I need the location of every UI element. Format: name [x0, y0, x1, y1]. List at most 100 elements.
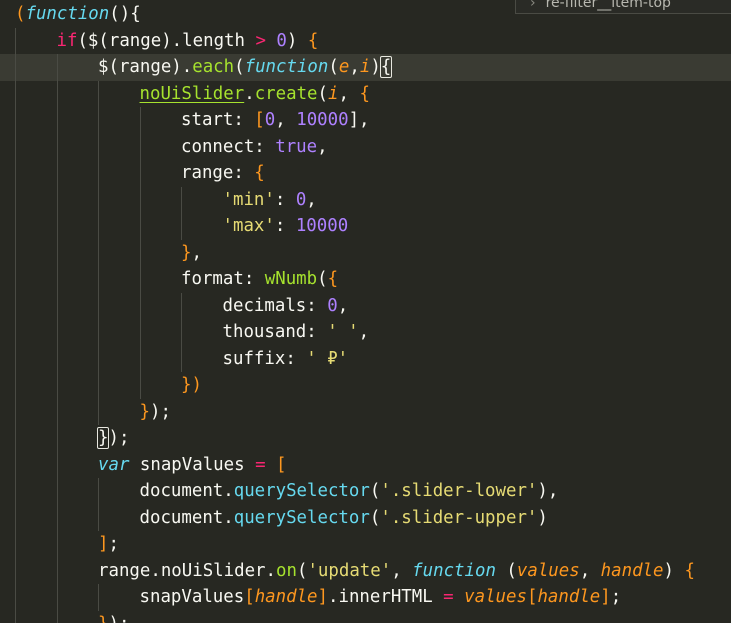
code-token: each — [192, 57, 235, 77]
code-line[interactable]: }, — [0, 239, 731, 266]
code-token: { — [379, 56, 393, 78]
code-line[interactable]: document.querySelector('.slider-lower'), — [0, 478, 731, 505]
code-line[interactable]: range.noUiSlider.on('update', function (… — [0, 557, 731, 584]
indent-guide — [139, 133, 141, 160]
indent-guide — [181, 345, 182, 372]
code-token: ); — [108, 428, 130, 448]
indent-guide — [56, 584, 58, 611]
code-line[interactable]: ]; — [0, 531, 731, 558]
indent-guide — [15, 292, 16, 319]
indent-guide — [56, 107, 58, 134]
code-token: 'min' — [222, 189, 275, 210]
indent-guide — [98, 398, 99, 425]
code-line[interactable]: decimals: 0, — [0, 292, 731, 319]
code-line[interactable]: $(range).each(function(e,i){ — [0, 54, 731, 81]
indent-guide — [139, 292, 141, 319]
code-token: } — [98, 614, 108, 623]
indent-guide — [56, 557, 58, 584]
code-token: { — [327, 269, 339, 289]
indent-guide — [181, 186, 182, 213]
code-token: document. — [139, 481, 234, 501]
indent-guide — [15, 319, 16, 346]
code-token: ; — [108, 534, 119, 554]
code-line[interactable]: noUiSlider.create(i, { — [0, 80, 731, 107]
code-token: wNumb — [264, 269, 318, 289]
indent-guide — [98, 478, 99, 505]
code-line[interactable]: suffix: ' ₽' — [0, 345, 731, 372]
code-line[interactable]: var snapValues = [ — [0, 451, 731, 478]
indent-guide — [15, 504, 16, 531]
indent-guide — [56, 372, 58, 399]
code-token: i — [328, 83, 339, 104]
indent-guide — [56, 213, 58, 240]
code-token: } — [181, 242, 192, 263]
code-line[interactable]: }); — [0, 425, 731, 452]
code-token: . — [244, 83, 255, 104]
code-token: ] — [98, 534, 109, 554]
code-token: i — [359, 57, 371, 77]
indent-guide — [56, 398, 58, 425]
code-token: { — [307, 30, 319, 51]
code-token: 'max' — [222, 216, 275, 236]
code-token: values — [464, 587, 527, 607]
indent-guide — [56, 478, 58, 505]
code-token: , — [191, 242, 202, 263]
code-token: ( — [369, 507, 381, 528]
code-editor[interactable]: (function(){if($(range).length > 0) {$(r… — [0, 0, 731, 623]
code-line[interactable]: if($(range).length > 0) { — [0, 27, 731, 54]
indent-guide — [98, 239, 99, 266]
indent-guide — [98, 213, 99, 240]
indent-guide — [56, 610, 58, 623]
code-token: > — [255, 30, 266, 51]
code-token: handle — [254, 587, 318, 607]
code-token: create — [254, 83, 318, 104]
code-line[interactable]: document.querySelector('.slider-upper') — [0, 504, 731, 531]
indent-guide — [15, 80, 16, 107]
code-token: ) — [537, 507, 548, 528]
code-token: function — [244, 57, 329, 77]
code-token: ( — [317, 83, 328, 104]
code-line[interactable]: 'min': 0, — [0, 186, 731, 213]
code-token: function — [412, 560, 496, 581]
indent-guide — [56, 133, 58, 160]
indent-guide — [56, 345, 58, 372]
code-token: , — [391, 560, 413, 581]
code-line[interactable]: }); — [0, 610, 731, 623]
code-token: { — [254, 163, 265, 183]
indent-guide — [98, 319, 99, 346]
code-line[interactable]: range: { — [0, 160, 731, 187]
indent-guide — [56, 425, 58, 452]
code-token: .innerHTML — [328, 587, 444, 607]
code-line[interactable]: connect: true, — [0, 133, 731, 160]
overlay-text: re-filter__item-top — [545, 0, 671, 11]
code-line[interactable]: start: [0, 10000], — [0, 107, 731, 134]
code-token: 0 — [276, 30, 287, 51]
indent-guide — [15, 372, 16, 399]
code-token: { — [684, 560, 695, 581]
indent-guide — [98, 372, 99, 399]
indent-guide — [98, 504, 99, 531]
indent-guide — [98, 80, 99, 107]
code-token: , — [338, 83, 360, 104]
code-line[interactable]: thousand: ' ', — [0, 319, 731, 346]
code-token: , — [337, 295, 349, 316]
indent-guide — [98, 584, 99, 611]
code-token: ( — [296, 560, 308, 581]
code-line[interactable]: }) — [0, 372, 731, 399]
code-token: ] — [317, 587, 328, 607]
code-line[interactable]: format: wNumb({ — [0, 266, 731, 293]
code-line[interactable]: }); — [0, 398, 731, 425]
code-line[interactable]: 'max': 10000 — [0, 213, 731, 240]
indent-guide — [56, 292, 58, 319]
code-token: snapValues — [129, 454, 256, 475]
code-token: ' ' — [327, 322, 359, 342]
indent-guide — [15, 27, 16, 54]
code-token: ) — [663, 560, 685, 581]
code-line[interactable]: snapValues[handle].innerHTML = values[ha… — [0, 584, 731, 611]
code-token: decimals: — [222, 295, 328, 316]
indent-guide — [15, 266, 16, 293]
indent-guide — [15, 107, 16, 134]
code-token: , — [317, 136, 328, 157]
indent-guide — [15, 186, 16, 213]
code-token: snapValues — [139, 587, 245, 607]
